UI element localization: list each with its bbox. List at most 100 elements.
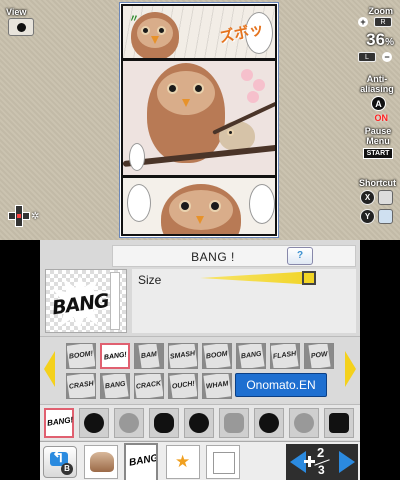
preview-scrollbar[interactable]: [110, 272, 120, 330]
stamp-item[interactable]: OUCH!: [168, 373, 198, 399]
stamp-item[interactable]: BANG: [236, 343, 266, 369]
r-key-icon: R: [374, 17, 392, 27]
shortcut-label: Shortcut: [359, 178, 396, 188]
balloon-shape-icon: [119, 413, 139, 433]
view-toggle-button[interactable]: [8, 18, 34, 36]
bottom-screen: BANG ! ? BANG! Size BOOM! BANG! BAM SMASH BO…: [40, 240, 360, 480]
eraser-tool-icon[interactable]: [378, 209, 393, 224]
tab-illustration[interactable]: [84, 445, 118, 479]
stamp-item[interactable]: CRASH: [66, 373, 96, 399]
palette-prev-arrow-icon[interactable]: [44, 351, 55, 387]
start-button[interactable]: START: [363, 148, 393, 159]
tab-blank[interactable]: [206, 445, 240, 479]
antialiasing-label: Anti-aliasing: [360, 74, 394, 94]
stamp-item[interactable]: BANG: [100, 373, 130, 399]
view-label: View: [6, 7, 27, 17]
y-button-icon[interactable]: Y: [360, 209, 375, 224]
balloon-shape-icon: [189, 413, 209, 433]
stamp-item-label: BANG: [102, 374, 128, 398]
bang-shape-icon: BANG!: [46, 415, 74, 428]
l-key-icon: L: [358, 52, 376, 62]
dpad-icon[interactable]: [8, 205, 30, 227]
stamp-item-label: WHAM: [203, 374, 231, 398]
balloon-shape-icon: [259, 413, 279, 433]
pager-current: 2: [317, 445, 325, 460]
balloon-shape-item[interactable]: [219, 408, 249, 438]
stamp-item[interactable]: BANG!: [100, 343, 130, 369]
x-button-icon[interactable]: X: [360, 190, 375, 205]
pager-total: 3: [318, 463, 325, 477]
dpad-icon: [304, 456, 315, 467]
plus-icon: +: [358, 17, 368, 27]
star-icon: ★: [175, 452, 191, 471]
balloon-shape-item[interactable]: BANG!: [44, 408, 74, 438]
pause-menu-label: Pause Menu: [364, 126, 392, 146]
shortcut-grid: X Y: [360, 190, 394, 230]
stamp-title: BANG !: [191, 250, 235, 264]
manga-panel-2: [121, 59, 277, 177]
stamp-item-label: CRASH: [67, 374, 95, 398]
balloon-shape-item[interactable]: [149, 408, 179, 438]
balloon-shape-item[interactable]: [79, 408, 109, 438]
balloon-shape-icon: [294, 413, 314, 433]
size-slider[interactable]: [200, 271, 316, 285]
manga-page-canvas[interactable]: ズボッ 〃: [119, 2, 279, 238]
stamp-tool-icon[interactable]: [378, 190, 393, 205]
zoom-label: Zoom: [368, 6, 394, 16]
zoom-in-control[interactable]: + R: [358, 17, 392, 27]
manga-panel-1: ズボッ 〃: [121, 4, 277, 60]
stamp-item[interactable]: POW: [304, 343, 334, 369]
stamp-item[interactable]: BOOM!: [66, 343, 96, 369]
stamp-item[interactable]: BOOM: [202, 343, 232, 369]
size-row: Size: [132, 269, 356, 333]
sparkle-icon: ✲: [31, 211, 40, 222]
antialiasing-state: ON: [374, 113, 389, 123]
stamp-item[interactable]: FLASH: [270, 343, 300, 369]
stamp-item-label: SMASH: [169, 344, 197, 368]
blank-box-icon: [213, 452, 235, 474]
size-slider-handle[interactable]: [302, 271, 316, 285]
antialiasing-button[interactable]: A: [371, 96, 386, 111]
stamp-item-label: BOOM!: [67, 344, 95, 368]
tab-stamps[interactable]: BANG!: [124, 443, 158, 480]
balloon-shape-item[interactable]: [114, 408, 144, 438]
stamp-item[interactable]: CRACK: [134, 373, 164, 399]
zoom-out-control[interactable]: L −: [358, 52, 392, 62]
stamp-item-label: POW: [308, 344, 330, 368]
title-bar: BANG ! ?: [112, 245, 356, 267]
stamp-item[interactable]: SMASH: [168, 343, 198, 369]
shape-palette: BANG!: [40, 404, 360, 440]
size-label: Size: [138, 273, 162, 287]
balloon-shape-item[interactable]: [324, 408, 354, 438]
pager-next-arrow-icon[interactable]: [339, 451, 355, 473]
stamp-item-label: OUCH!: [169, 374, 197, 398]
stamp-item-label: BANG!: [102, 345, 128, 367]
font-select-button[interactable]: Onomato.EN: [235, 373, 327, 397]
balloon-shape-icon: [84, 413, 104, 433]
manga-panel-3: [121, 176, 277, 236]
bottom-toolbar: B BANG! ★ 2 3: [40, 441, 360, 480]
help-button[interactable]: ?: [287, 247, 313, 265]
stamp-item-label: FLASH: [271, 344, 299, 368]
balloon-shape-item[interactable]: [289, 408, 319, 438]
top-screen: View Zoom + R 36% L − Anti-aliasing A ON…: [0, 0, 400, 240]
palette-next-arrow-icon[interactable]: [345, 351, 356, 387]
balloon-shape-item[interactable]: [254, 408, 284, 438]
stamp-item-label: BANG: [238, 344, 264, 368]
balloon-shape-icon: [154, 413, 174, 433]
tab-favorites[interactable]: ★: [166, 445, 200, 479]
b-button-icon: B: [61, 463, 73, 475]
back-button[interactable]: B: [43, 446, 77, 478]
pager: 2 3: [286, 444, 358, 480]
owl-thumbnail-icon: [90, 452, 114, 472]
balloon-shape-item[interactable]: [184, 408, 214, 438]
stamp-item[interactable]: WHAM: [202, 373, 232, 399]
stamp-palette: BOOM! BANG! BAM SMASH BOOM BANG FLASH POW CRASH B…: [40, 336, 360, 402]
stamp-item[interactable]: BAM: [134, 343, 164, 369]
zoom-value: 36%: [366, 30, 394, 49]
balloon-shape-icon: [329, 413, 349, 433]
bang-thumbnail-icon: BANG!: [128, 452, 158, 469]
stamp-item-label: CRACK: [135, 374, 163, 398]
size-slider-fill: [200, 271, 316, 285]
stamp-item-label: BOOM: [203, 344, 231, 368]
